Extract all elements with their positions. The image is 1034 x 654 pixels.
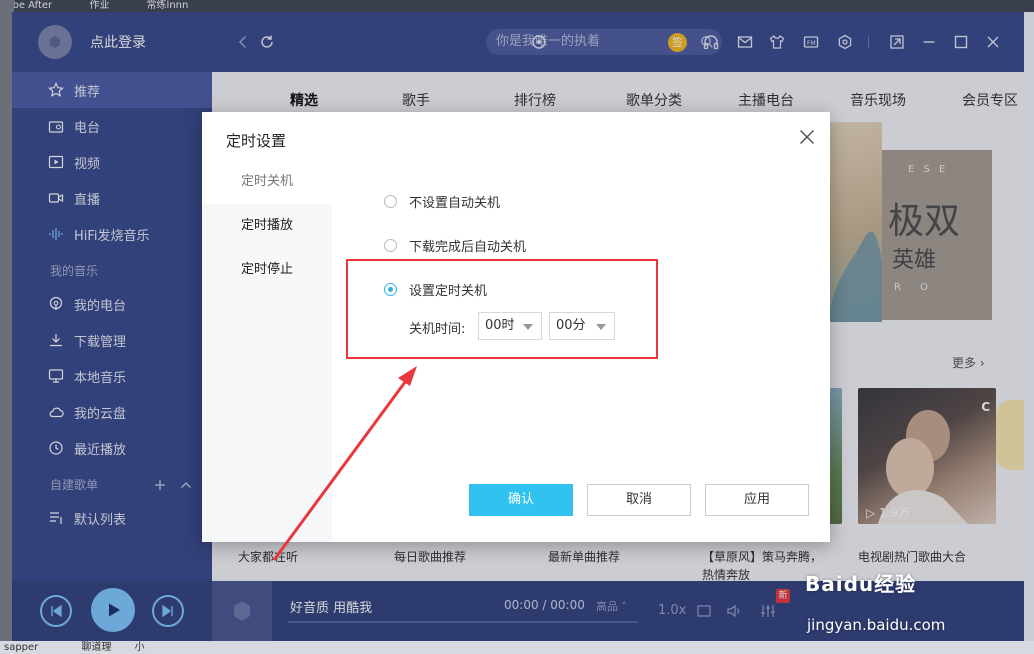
side-tab-timed-stop[interactable]: 定时停止 bbox=[202, 248, 332, 292]
watermark-brand: Baidu经验 bbox=[805, 572, 917, 596]
watermark-url: jingyan.baidu.com bbox=[807, 616, 946, 634]
radio-button[interactable] bbox=[384, 239, 397, 252]
cancel-button[interactable]: 取消 bbox=[587, 484, 691, 516]
highlight-box bbox=[346, 259, 658, 359]
desktop-taskbar-top: dobe After 作业 常练lnnn bbox=[0, 0, 1034, 12]
desktop-bottom-strip: sapper 聊道理 小 bbox=[0, 641, 1034, 654]
desktop-label: 常练lnnn bbox=[146, 0, 189, 11]
apply-button[interactable]: 应用 bbox=[705, 484, 809, 516]
close-icon[interactable] bbox=[798, 128, 816, 146]
option-no-auto-shutdown[interactable]: 不设置自动关机 bbox=[384, 192, 500, 211]
option-label: 下载完成后自动关机 bbox=[409, 240, 527, 255]
desktop-right-strip bbox=[1024, 12, 1034, 654]
music-app-window: 点此登录 推荐 电台 视频 直播 HiFi发烧音乐 我的音乐 我的电台 下载管理… bbox=[12, 12, 1024, 641]
option-label: 不设置自动关机 bbox=[409, 196, 501, 211]
dialog-title: 定时设置 bbox=[226, 132, 287, 150]
side-tab-timed-shutdown[interactable]: 定时关机 bbox=[202, 160, 332, 204]
radio-button[interactable] bbox=[384, 195, 397, 208]
desktop-label: 小 bbox=[134, 642, 145, 653]
desktop-label: sapper bbox=[4, 642, 39, 653]
option-shutdown-after-download[interactable]: 下载完成后自动关机 bbox=[384, 236, 526, 255]
desktop-label: 聊道理 bbox=[81, 642, 112, 653]
dialog-side-menu: 定时关机 定时播放 定时停止 bbox=[202, 160, 332, 542]
confirm-button[interactable]: 确认 bbox=[469, 484, 573, 516]
side-tab-timed-play[interactable]: 定时播放 bbox=[202, 204, 332, 248]
desktop-label: 作业 bbox=[89, 0, 110, 11]
